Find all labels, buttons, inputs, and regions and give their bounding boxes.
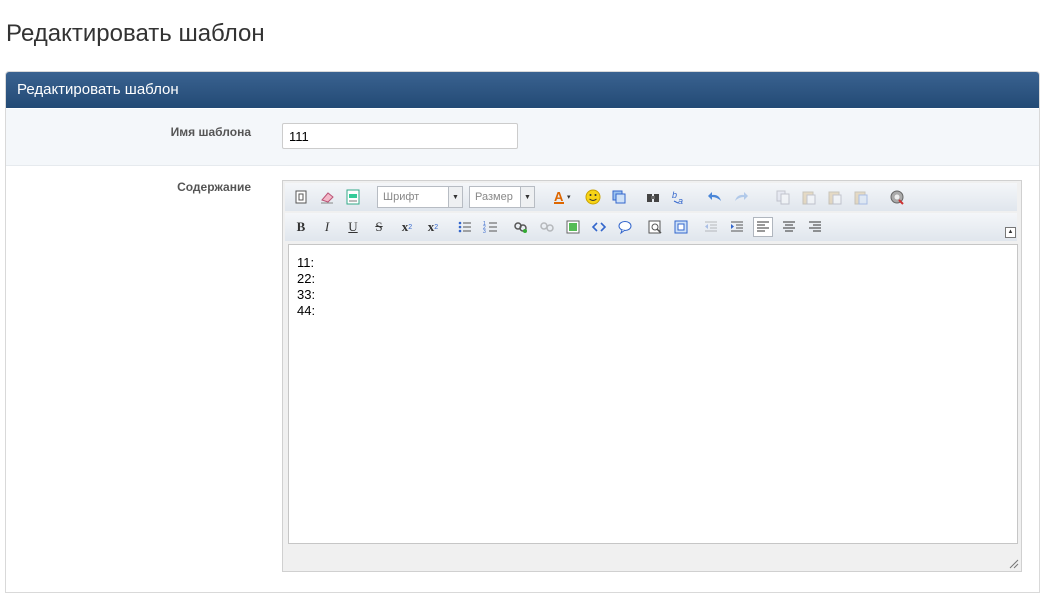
eraser-icon[interactable] xyxy=(317,187,337,207)
chevron-down-icon: ▼ xyxy=(520,187,534,207)
panel-header: Редактировать шаблон xyxy=(6,72,1039,108)
content-label: Содержание xyxy=(177,180,251,194)
editor-content-area[interactable]: 11: 22: 33: 44: xyxy=(288,244,1018,544)
show-blocks-icon[interactable] xyxy=(609,187,629,207)
font-select[interactable]: Шрифт ▼ xyxy=(377,186,463,208)
spellcheck-icon[interactable] xyxy=(887,187,907,207)
svg-text:b: b xyxy=(672,190,677,200)
content-line: 11: xyxy=(297,255,315,270)
resize-grip-icon[interactable] xyxy=(1007,557,1019,569)
indent-icon[interactable] xyxy=(727,217,747,237)
underline-button[interactable]: U xyxy=(343,217,363,237)
smiley-icon[interactable] xyxy=(583,187,603,207)
preview-icon[interactable] xyxy=(645,217,665,237)
subscript-button[interactable]: x2 xyxy=(397,217,417,237)
paste-icon[interactable] xyxy=(799,187,819,207)
chevron-down-icon: ▼ xyxy=(448,187,462,207)
editor-toolbar-row-1: Шрифт ▼ Размер ▼ A ▾ ba xyxy=(285,183,1017,211)
rich-text-editor: Шрифт ▼ Размер ▼ A ▾ ba B I U S x 2 x 2 … xyxy=(282,180,1022,572)
editor-toolbar-row-2: B I U S x2 x2 123 xyxy=(285,213,1017,241)
outdent-icon[interactable] xyxy=(701,217,721,237)
template-name-label: Имя шаблона xyxy=(170,125,251,139)
template-name-input[interactable] xyxy=(282,123,518,149)
align-right-icon[interactable] xyxy=(805,217,825,237)
content-line: 33: xyxy=(297,287,316,302)
bullet-list-icon[interactable] xyxy=(455,217,475,237)
page-title: Редактировать шаблон xyxy=(6,20,265,47)
svg-text:a: a xyxy=(678,196,683,205)
align-left-icon[interactable] xyxy=(753,217,773,237)
copy-icon[interactable] xyxy=(773,187,793,207)
code-icon[interactable] xyxy=(589,217,609,237)
size-select[interactable]: Размер ▼ xyxy=(469,186,535,208)
numbered-list-icon[interactable]: 123 xyxy=(481,217,501,237)
text-color-icon[interactable]: A ▾ xyxy=(551,187,577,207)
undo-icon[interactable] xyxy=(705,187,725,207)
redo-icon[interactable] xyxy=(731,187,751,207)
speech-bubble-icon[interactable] xyxy=(615,217,635,237)
link-icon[interactable] xyxy=(511,217,531,237)
font-select-label: Шрифт xyxy=(383,191,420,203)
source-icon[interactable] xyxy=(291,187,311,207)
unlink-icon[interactable] xyxy=(537,217,557,237)
paste-text-icon[interactable] xyxy=(825,187,845,207)
image-icon[interactable] xyxy=(563,217,583,237)
template-icon[interactable] xyxy=(343,187,363,207)
content-line: 44: xyxy=(297,303,316,318)
toolbar-collapse-icon[interactable]: ▲ xyxy=(1005,227,1016,238)
edit-template-panel: Редактировать шаблон Имя шаблона Содержа… xyxy=(5,71,1040,593)
bold-button[interactable]: B xyxy=(291,217,311,237)
find-icon[interactable] xyxy=(643,187,663,207)
svg-text:A: A xyxy=(554,189,564,204)
italic-button[interactable]: I xyxy=(317,217,337,237)
replace-icon[interactable]: ba xyxy=(669,187,689,207)
svg-text:3: 3 xyxy=(483,229,486,235)
paste-word-icon[interactable] xyxy=(851,187,871,207)
div-container-icon[interactable] xyxy=(671,217,691,237)
content-line: 22: xyxy=(297,271,316,286)
strikethrough-button[interactable]: S xyxy=(369,217,389,237)
svg-text:▾: ▾ xyxy=(567,194,571,201)
size-select-label: Размер xyxy=(475,191,513,203)
template-name-row: Имя шаблона xyxy=(6,109,1039,166)
align-center-icon[interactable] xyxy=(779,217,799,237)
superscript-button[interactable]: x2 xyxy=(423,217,443,237)
